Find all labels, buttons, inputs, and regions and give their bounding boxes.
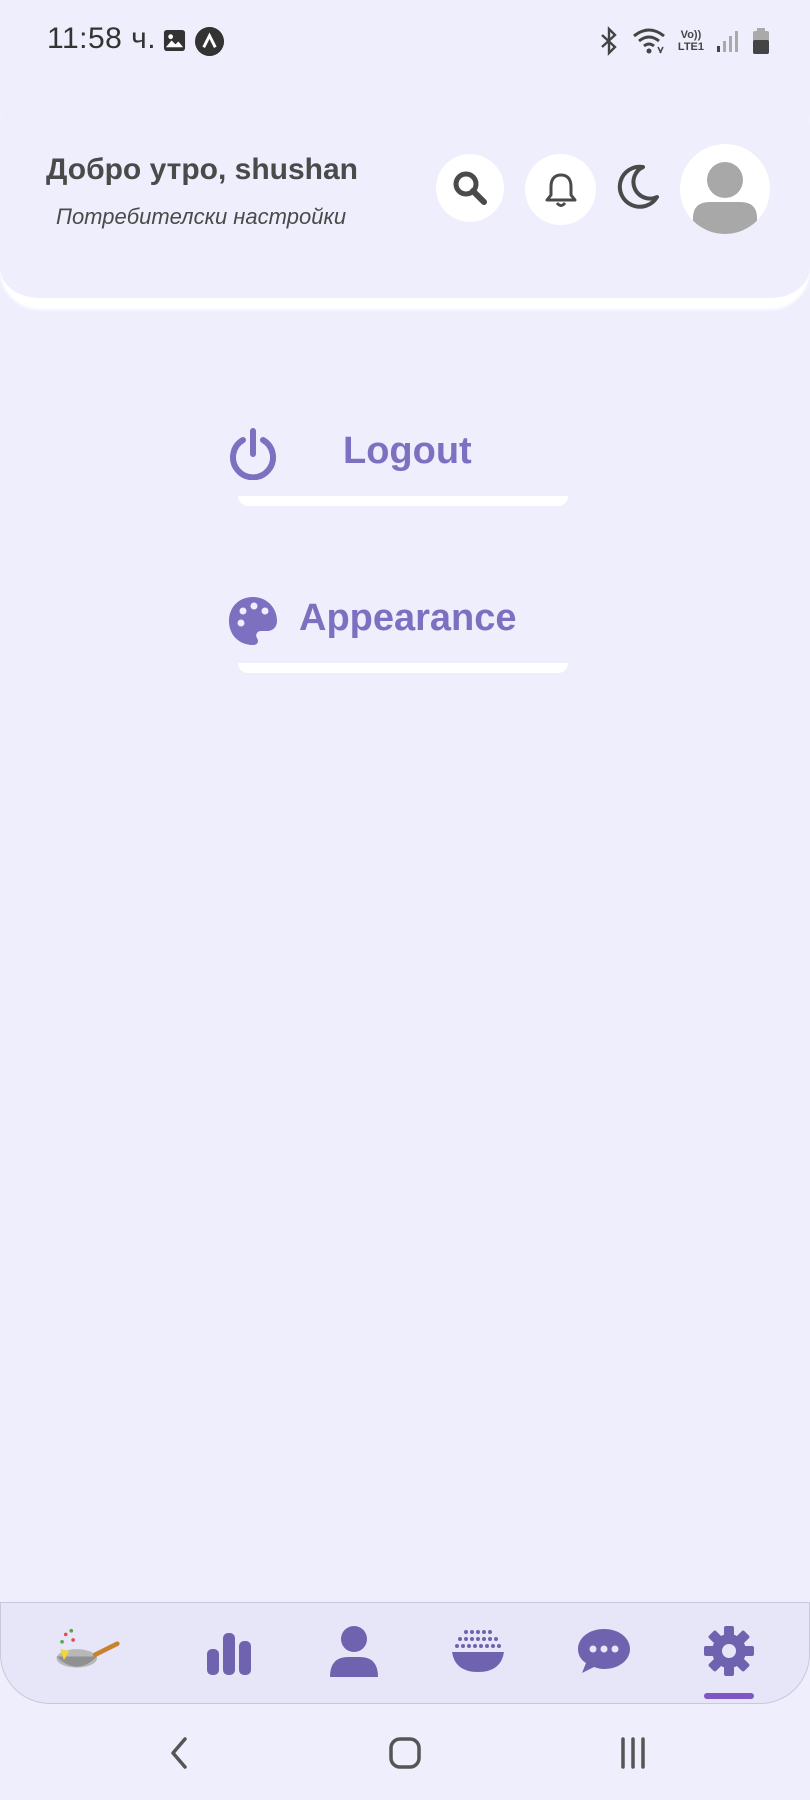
settings-icon <box>704 1626 754 1676</box>
greeting-title: Добро утро, shushan <box>46 153 358 186</box>
header-card: Добро утро, shushan Потребителски настро… <box>0 88 810 308</box>
nav-item-food[interactable] <box>443 1621 513 1681</box>
active-tab-indicator <box>704 1693 754 1699</box>
stats-icon <box>207 1633 251 1675</box>
wifi-icon <box>632 28 665 54</box>
signal-icon <box>717 31 738 52</box>
nav-item-settings[interactable] <box>694 1621 764 1681</box>
nav-item-chat[interactable] <box>569 1621 639 1681</box>
notifications-button[interactable] <box>525 154 596 225</box>
wok-icon <box>56 1628 120 1668</box>
appearance-label: Appearance <box>299 597 517 639</box>
status-time: 11:58 ч. <box>47 22 157 55</box>
profile-icon <box>330 1626 378 1677</box>
recents-button[interactable] <box>608 1728 658 1778</box>
nav-item-cooking[interactable] <box>51 1621 121 1681</box>
bluetooth-icon <box>601 26 617 56</box>
logout-item[interactable]: Logout <box>215 418 575 518</box>
food-bowl-icon <box>452 1630 504 1672</box>
divider <box>238 663 568 673</box>
bell-icon <box>545 173 576 207</box>
app-screen: 11:58 ч. Vo)) LTE1 Добро утро, shushan П… <box>0 0 810 1800</box>
divider <box>238 496 568 506</box>
volte-top-label: Vo)) <box>680 29 702 41</box>
search-icon <box>453 171 487 205</box>
home-icon <box>389 1737 421 1769</box>
status-icons: Vo)) LTE1 <box>598 24 770 58</box>
system-navigation <box>0 1704 810 1800</box>
power-icon <box>230 428 276 480</box>
page-subtitle: Потребителски настройки <box>56 204 347 229</box>
volte-bottom-label: LTE1 <box>677 41 704 53</box>
gallery-icon <box>163 29 186 52</box>
recents-icon <box>621 1737 645 1769</box>
logout-label: Logout <box>343 430 472 472</box>
appearance-item[interactable]: Appearance <box>215 585 575 685</box>
avatar[interactable] <box>680 144 770 234</box>
bottom-navigation <box>0 1602 810 1704</box>
palette-icon <box>229 597 277 645</box>
nav-item-stats[interactable] <box>194 1621 264 1681</box>
avatar-icon <box>693 162 757 234</box>
back-button[interactable] <box>153 1728 203 1778</box>
nav-item-profile[interactable] <box>319 1621 389 1681</box>
back-icon <box>171 1737 187 1769</box>
battery-icon <box>753 28 769 54</box>
a-badge-icon <box>195 27 224 56</box>
home-button[interactable] <box>380 1728 430 1778</box>
chat-icon <box>578 1629 630 1673</box>
status-bar: 11:58 ч. Vo)) LTE1 <box>0 0 810 80</box>
volte-icon: Vo)) LTE1 <box>678 29 704 53</box>
moon-icon[interactable] <box>615 163 661 209</box>
search-button[interactable] <box>436 154 504 222</box>
